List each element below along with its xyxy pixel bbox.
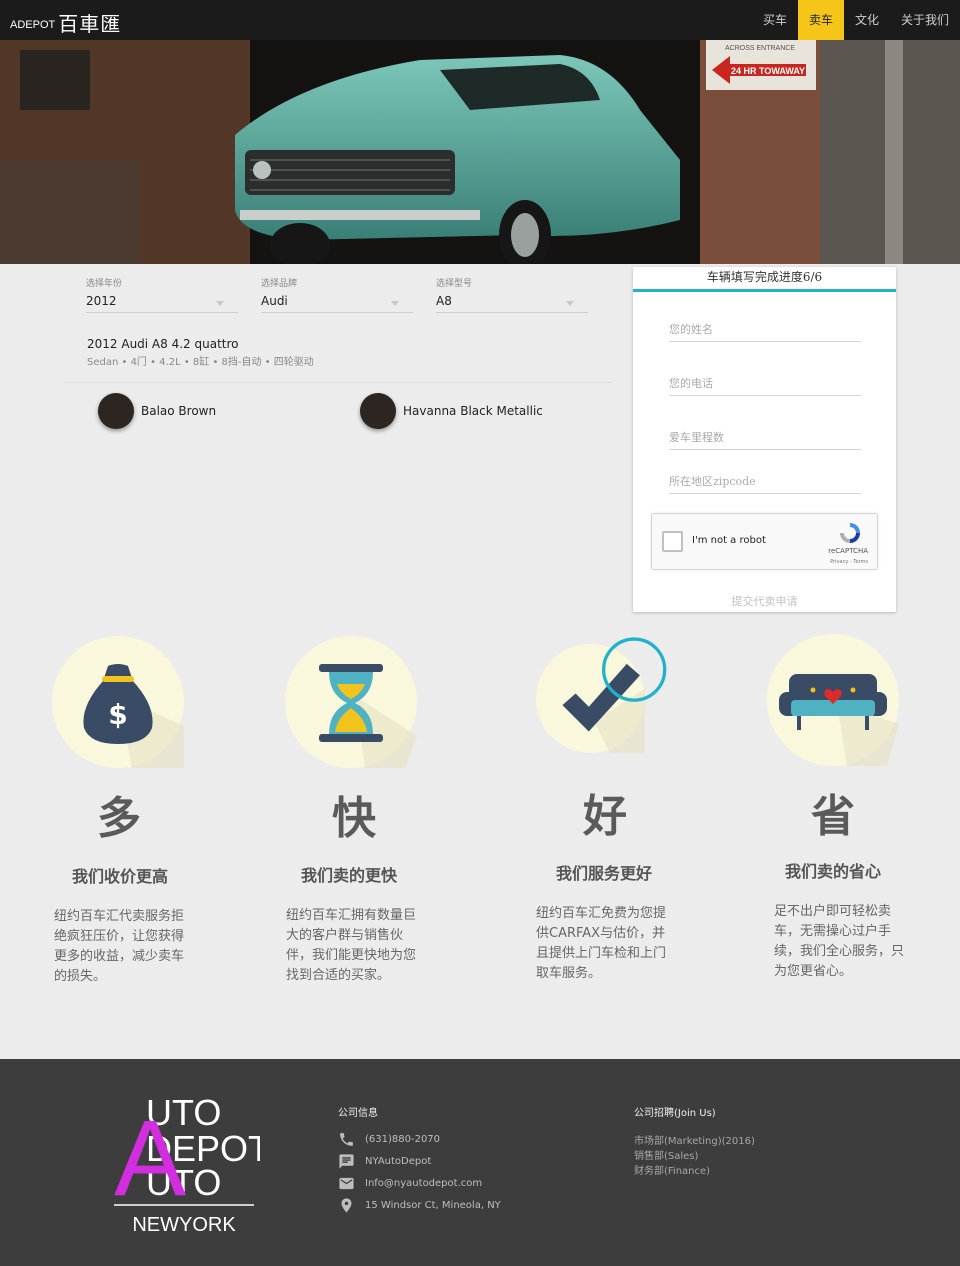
submit-button[interactable]: 提交代卖申请	[633, 593, 896, 609]
recaptcha-icon	[840, 523, 860, 543]
brand-select[interactable]: 选择品牌 Audi	[261, 276, 413, 313]
jobs-title: 公司招聘(Join Us)	[634, 1108, 716, 1119]
feature-heading: 我们服务更好	[555, 864, 652, 883]
hero-car-image: ACROSS ENTRANCE 24 HR TOWAWAY	[0, 40, 960, 264]
email-icon	[339, 1177, 354, 1189]
model-select-value[interactable]: A8	[436, 294, 588, 313]
job-link-marketing[interactable]: 市场部(Marketing)(2016)	[634, 1132, 755, 1147]
recaptcha-brand: reCAPTCHA	[828, 547, 868, 555]
logo-text: 百車匯	[58, 12, 122, 36]
hourglass-icon	[285, 636, 417, 768]
feature-char-more: 多	[97, 793, 141, 844]
sign-main-text: 24 HR TOWAWAY	[731, 66, 805, 76]
top-nav: ADEPOT 百車匯 买车 卖车 文化 关于我们	[0, 0, 960, 40]
recaptcha-links[interactable]: Privacy - Terms	[830, 559, 868, 565]
footer-email[interactable]: Info@nyautodepot.com	[338, 1175, 482, 1191]
nav-item-about[interactable]: 关于我们	[890, 0, 960, 40]
phone-icon	[340, 1132, 353, 1146]
hero-banner: ACROSS ENTRANCE 24 HR TOWAWAY	[0, 40, 960, 264]
footer: UTO DEPOT UTO A NEWYORK 公司信息 (631)880-20…	[0, 1059, 960, 1266]
job-link-finance[interactable]: 财务部(Finance)	[634, 1162, 710, 1177]
feature-heading: 我们卖的更快	[300, 866, 397, 885]
location-icon	[341, 1197, 352, 1213]
color-swatch	[98, 393, 134, 429]
feature-heading: 我们卖的省心	[784, 862, 881, 881]
site-logo[interactable]: ADEPOT 百車匯	[10, 8, 121, 37]
feature-char-save: 省	[811, 791, 855, 842]
svg-text:$: $	[108, 698, 127, 731]
progress-bar	[633, 289, 896, 292]
svg-text:NEWYORK: NEWYORK	[132, 1214, 236, 1236]
company-info-title: 公司信息	[338, 1108, 378, 1119]
chevron-down-icon	[566, 301, 574, 306]
job-link-sales[interactable]: 销售部(Sales)	[634, 1147, 698, 1162]
brand-select-value[interactable]: Audi	[261, 294, 413, 313]
footer-logo: UTO DEPOT UTO A NEWYORK	[114, 1092, 260, 1236]
recaptcha-widget: I'm not a robot reCAPTCHA Privacy - Term…	[651, 513, 878, 570]
svg-text:A: A	[114, 1097, 186, 1218]
chevron-down-icon	[216, 301, 224, 306]
model-select-label: 选择型号	[436, 279, 473, 289]
street-address: 15 Windsor Ct, Mineola, NY	[365, 1199, 501, 1211]
zipcode-field[interactable]: 所在地区zipcode	[669, 473, 861, 494]
feature-description: 纽约百车汇拥有数量巨大的客户群与销售伙伴，我们能更快地为您找到合适的买家。	[286, 908, 417, 983]
email-address: Info@nyautodepot.com	[365, 1177, 483, 1189]
name-field[interactable]: 您的姓名	[669, 321, 861, 342]
feature-description: 纽约百车汇代卖服务拒绝疯狂压价，让您获得更多的收益，减少卖车的损失。	[54, 909, 185, 984]
feature-heading: 我们收价更高	[71, 867, 168, 886]
footer-wechat[interactable]: NYAutoDepot	[338, 1153, 431, 1169]
sign-top-text: ACROSS ENTRANCE	[725, 45, 795, 52]
year-select[interactable]: 选择年份 2012	[86, 276, 238, 313]
feature-description: 足不出户即可轻松卖车，无需操心过户手续，我们全心服务，只为您更省心。	[774, 904, 905, 979]
nav-item-sell[interactable]: 卖车	[797, 0, 844, 40]
color-option-balao-brown[interactable]: Balao Brown	[98, 392, 216, 430]
divider	[64, 382, 612, 383]
footer-address[interactable]: 15 Windsor Ct, Mineola, NY	[338, 1197, 501, 1213]
nav-item-culture[interactable]: 文化	[844, 0, 890, 40]
sell-form-card: 车辆填写完成进度6/6 您的姓名 您的电话 爱车里程数 所在地区zipcode …	[633, 267, 896, 612]
recaptcha-checkbox[interactable]	[662, 531, 683, 552]
feature-description: 纽约百车汇免费为您提供CARFAX与估价，并且提供上门车检和上门取车服务。	[536, 906, 667, 981]
sofa-icon	[767, 634, 899, 766]
chevron-down-icon	[391, 301, 399, 306]
color-name: Balao Brown	[141, 404, 217, 418]
recaptcha-label: I'm not a robot	[692, 535, 766, 546]
year-select-value[interactable]: 2012	[86, 294, 238, 313]
checkmark-icon	[536, 637, 667, 753]
nav-menu: 买车 卖车 文化 关于我们	[752, 0, 960, 40]
brand-select-label: 选择品牌	[261, 279, 298, 289]
wechat-id: NYAutoDepot	[365, 1155, 432, 1167]
model-select[interactable]: 选择型号 A8	[436, 276, 588, 313]
color-option-havanna-black[interactable]: Havanna Black Metallic	[360, 392, 543, 430]
color-swatch	[360, 393, 396, 429]
footer-phone[interactable]: (631)880-2070	[338, 1131, 440, 1147]
feature-char-good: 好	[583, 791, 627, 842]
logo-mark: ADEPOT	[10, 19, 56, 31]
message-icon	[339, 1153, 354, 1169]
color-name: Havanna Black Metallic	[403, 404, 543, 418]
phone-field[interactable]: 您的电话	[669, 375, 861, 396]
feature-char-fast: 快	[332, 793, 376, 844]
form-progress-title: 车辆填写完成进度6/6	[706, 270, 823, 284]
car-title: 2012 Audi A8 4.2 quattro	[87, 337, 239, 351]
money-bag-icon: $	[52, 636, 184, 768]
phone-number: (631)880-2070	[365, 1133, 441, 1145]
mileage-field[interactable]: 爱车里程数	[669, 429, 861, 450]
nav-item-buy[interactable]: 买车	[752, 0, 798, 40]
year-select-label: 选择年份	[86, 279, 123, 289]
car-spec: Sedan • 4门 • 4.2L • 8缸 • 8挡-自动 • 四轮驱动	[87, 357, 314, 368]
